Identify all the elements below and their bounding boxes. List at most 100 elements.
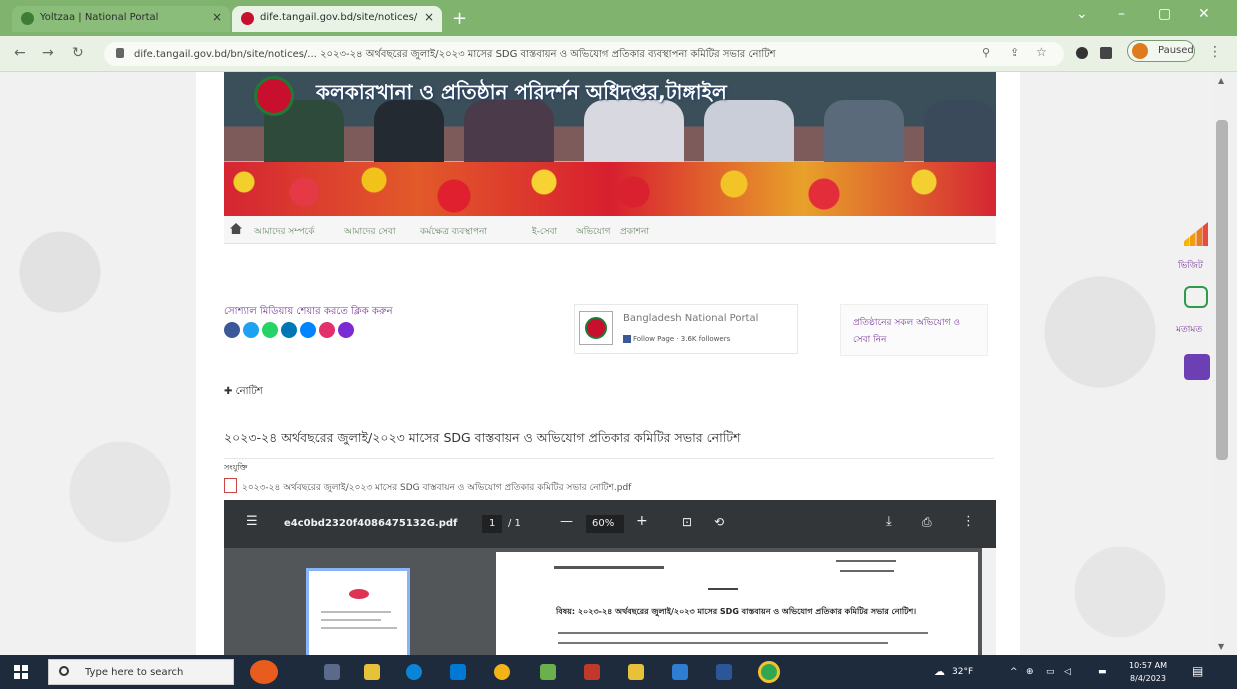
chrome-profile-icon[interactable] (758, 661, 780, 683)
battery-icon[interactable]: ▭ (1046, 667, 1055, 677)
pdf-scrollbar[interactable] (982, 548, 996, 655)
lock-icon (116, 48, 124, 58)
menu-item-complaint[interactable]: অভিযোগ (576, 224, 610, 239)
pdf-menu-icon[interactable]: ☰ (246, 514, 258, 529)
share-icon[interactable]: ⇪ (1010, 46, 1019, 59)
app-icon[interactable] (672, 664, 688, 680)
profile-button[interactable]: Paused (1127, 40, 1195, 62)
side-label-visit[interactable]: ভিজিট (1178, 258, 1203, 273)
browser-tab-national-portal[interactable]: Yoltzaa | National Portal × (12, 6, 230, 32)
network-icon[interactable]: ⊕ (1026, 667, 1034, 677)
zoom-icon[interactable]: ⚲ (982, 46, 990, 59)
chrome-icon[interactable] (494, 664, 510, 680)
menu-dots-icon[interactable]: ⋮ (1208, 44, 1222, 60)
sidebar-icon[interactable] (1100, 47, 1112, 59)
info-box[interactable]: প্রতিষ্ঠানের সকল অভিযোগ ও সেবা নিন (840, 304, 988, 356)
tab-search-icon[interactable]: ⌄ (1076, 6, 1088, 22)
volume-icon[interactable]: ◁ (1064, 667, 1071, 677)
browser-tab-dife-notice[interactable]: dife.tangail.gov.bd/site/notices/ × (232, 6, 442, 32)
instagram-share-icon[interactable] (319, 322, 335, 338)
messenger-share-icon[interactable] (300, 322, 316, 338)
fb-page-name[interactable]: Bangladesh National Portal (623, 313, 758, 324)
rotate-icon[interactable]: ⟲ (714, 515, 724, 529)
reload-icon[interactable]: ↻ (72, 45, 84, 61)
close-window-icon[interactable]: ✕ (1198, 6, 1210, 22)
twitter-share-icon[interactable] (243, 322, 259, 338)
side-label-feedback[interactable]: মতামত (1176, 322, 1202, 337)
tray-chevron-icon[interactable]: ^ (1010, 667, 1018, 677)
taskbar-search[interactable]: Type here to search (48, 659, 234, 685)
edge-icon[interactable] (406, 664, 422, 680)
app-icon[interactable] (540, 664, 556, 680)
help-icon[interactable] (1184, 354, 1210, 380)
cortana-news-icon[interactable] (250, 660, 278, 684)
menu-item-eservice[interactable]: ই-সেবা (532, 224, 557, 239)
search-icon (59, 666, 69, 676)
site-banner: কলকারখানা ও প্রতিষ্ঠান পরিদর্শন অধিদপ্তর… (224, 72, 996, 216)
address-bar[interactable]: dife.tangail.gov.bd/bn/site/notices/... … (104, 42, 1064, 66)
page-scrollbar[interactable]: ▲ ▼ (1213, 72, 1237, 655)
forward-icon[interactable]: → (42, 45, 54, 61)
banner-photo-figure (824, 100, 904, 162)
scroll-down-icon[interactable]: ▼ (1218, 642, 1224, 651)
fit-page-icon[interactable]: ⊡ (682, 515, 692, 529)
pdf-zoom-value[interactable]: 60% (592, 518, 614, 529)
weather-icon[interactable]: ☁ (934, 665, 945, 678)
facebook-share-icon[interactable] (224, 322, 240, 338)
windows-start-icon[interactable] (14, 665, 28, 679)
menu-item-workplace[interactable]: কর্মক্ষেত্র ব্যবস্থাপনা (420, 224, 487, 239)
maximize-icon[interactable]: ▢ (1158, 6, 1171, 22)
language-icon[interactable]: ▬ (1098, 667, 1107, 677)
mail-icon[interactable] (450, 664, 466, 680)
content-container: কলকারখানা ও প্রতিষ্ঠান পরিদর্শন অধিদপ্তর… (196, 72, 1020, 655)
favicon-icon (21, 12, 34, 25)
browser-tab-strip: Yoltzaa | National Portal × dife.tangail… (0, 0, 1237, 36)
site-title: কলকারখানা ও প্রতিষ্ঠান পরিদর্শন অধিদপ্তর… (316, 80, 727, 104)
extension-icon[interactable] (1076, 47, 1088, 59)
new-tab-icon[interactable]: + (452, 8, 467, 29)
page-title: ২০২৩-২৪ অর্থবছরের জুলাই/২০২৩ মাসের SDG ব… (224, 430, 994, 459)
whatsapp-share-icon[interactable] (262, 322, 278, 338)
scroll-thumb[interactable] (1216, 120, 1228, 460)
attachment-link[interactable]: ২০২৩-২৪ অর্থবছরের জুলাই/২০২৩ মাসের SDG ব… (242, 480, 631, 495)
zoom-in-icon[interactable]: + (636, 513, 648, 529)
govt-logo-icon[interactable] (254, 76, 294, 116)
close-tab-icon[interactable]: × (212, 10, 222, 24)
banner-flowers (224, 162, 996, 216)
print-icon[interactable]: ⎙ (922, 515, 932, 530)
pdf-page-total: / 1 (508, 518, 521, 529)
banner-photo-figure (924, 100, 996, 162)
pdf-toolbar: ☰ e4c0bd2320f4086475132G.pdf 1 / 1 — 60%… (224, 500, 996, 548)
close-tab-icon[interactable]: × (424, 10, 434, 24)
linkedin-share-icon[interactable] (281, 322, 297, 338)
file-explorer-icon[interactable] (364, 664, 380, 680)
menu-item-about[interactable]: আমাদের সম্পর্কে (254, 224, 315, 239)
zoom-out-icon[interactable]: — (560, 514, 573, 529)
fb-follow-line[interactable]: Follow Page · 3.6K followers (623, 335, 730, 343)
menu-item-publication[interactable]: প্রকাশনা (620, 224, 649, 239)
pdf-more-icon[interactable]: ⋮ (962, 514, 975, 529)
weather-temp[interactable]: 32°F (952, 667, 973, 677)
feedback-icon[interactable] (1184, 286, 1208, 308)
bookmark-star-icon[interactable]: ☆ (1036, 45, 1047, 59)
minimize-icon[interactable]: – (1118, 6, 1125, 22)
task-view-icon[interactable] (324, 664, 340, 680)
pdf-page-thumbnail[interactable] (306, 568, 410, 655)
home-icon[interactable] (230, 223, 242, 234)
word-icon[interactable] (716, 664, 732, 680)
profile-label: Paused (1158, 45, 1194, 56)
back-icon[interactable]: ← (14, 45, 26, 61)
system-clock[interactable]: 10:57 AM 8/4/2023 (1126, 659, 1170, 685)
download-icon[interactable]: ⤓ (886, 514, 892, 529)
scroll-up-icon[interactable]: ▲ (1218, 76, 1224, 85)
search-placeholder: Type here to search (85, 667, 184, 678)
folder-icon[interactable] (628, 664, 644, 680)
pdf-page-current[interactable]: 1 (489, 518, 495, 529)
facebook-page-widget[interactable]: Bangladesh National Portal Follow Page ·… (574, 304, 798, 354)
more-share-icon[interactable] (338, 322, 354, 338)
breadcrumb[interactable]: ✚ নোটিশ (224, 384, 263, 401)
menu-item-services[interactable]: আমাদের সেবা (344, 224, 395, 239)
notification-icon[interactable]: ▤ (1192, 664, 1203, 678)
pdf-viewer[interactable]: ☰ e4c0bd2320f4086475132G.pdf 1 / 1 — 60%… (224, 500, 996, 655)
app-icon[interactable] (584, 664, 600, 680)
